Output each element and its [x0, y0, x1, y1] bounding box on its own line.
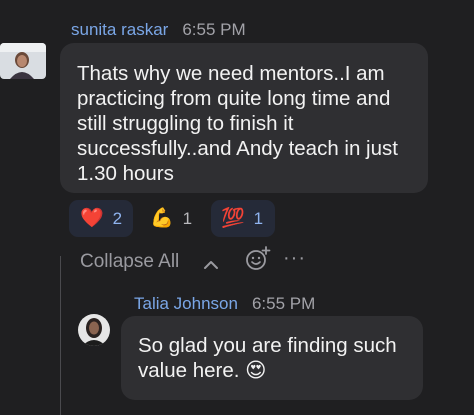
- chat-thread: sunita raskar 6:55 PM Thats why we need m…: [0, 0, 474, 415]
- flexed-biceps-icon: 💪: [150, 207, 174, 229]
- sender-name[interactable]: sunita raskar: [71, 20, 168, 39]
- message-text: So glad you are finding such value here.…: [138, 334, 397, 382]
- thread-line: [60, 256, 61, 415]
- message-header: sunita raskar 6:55 PM: [71, 20, 246, 40]
- reaction-count: 2: [112, 208, 123, 228]
- avatar-sunita-raskar[interactable]: [0, 43, 46, 79]
- sender-name[interactable]: Talia Johnson: [134, 294, 238, 313]
- reaction-hundred-button[interactable]: 💯 1: [211, 200, 275, 237]
- avatar-talia-johnson[interactable]: [78, 314, 110, 346]
- hundred-points-icon: 💯: [221, 207, 245, 229]
- reaction-count: 1: [253, 208, 264, 228]
- reaction-count: 1: [182, 208, 193, 228]
- reaction-heart-button[interactable]: ❤️ 2: [69, 200, 133, 237]
- timestamp: 6:55 PM: [251, 294, 316, 313]
- chevron-up-icon[interactable]: [203, 257, 219, 275]
- message-header: Talia Johnson 6:55 PM: [134, 294, 315, 314]
- message-bubble[interactable]: Thats why we need mentors..I am practici…: [60, 43, 428, 193]
- add-reaction-icon[interactable]: [245, 246, 271, 277]
- red-heart-icon: ❤️: [80, 207, 104, 229]
- reaction-biceps-button[interactable]: 💪 1: [146, 200, 196, 237]
- more-options-icon[interactable]: ···: [283, 247, 306, 270]
- message-text: Thats why we need mentors..I am practici…: [77, 62, 398, 185]
- collapse-all-button[interactable]: Collapse All: [80, 251, 179, 273]
- timestamp: 6:55 PM: [182, 20, 246, 39]
- message-bubble[interactable]: So glad you are finding such value here.…: [121, 316, 423, 400]
